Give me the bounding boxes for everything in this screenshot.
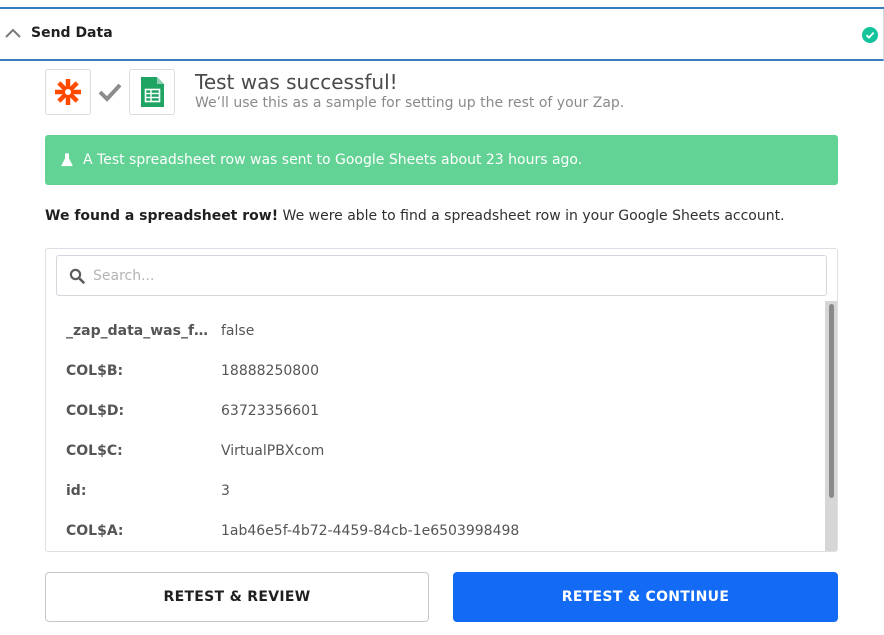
search-input[interactable] bbox=[93, 264, 813, 288]
zapier-icon bbox=[55, 79, 81, 105]
search-box[interactable] bbox=[56, 255, 827, 296]
found-message: We found a spreadsheet row! We were able… bbox=[45, 208, 785, 224]
retest-continue-button[interactable]: RETEST & CONTINUE bbox=[453, 572, 838, 622]
google-sheets-app-tile bbox=[129, 69, 175, 115]
zapier-app-tile bbox=[45, 69, 91, 115]
field-row: _zap_data_was_found false bbox=[46, 304, 825, 344]
test-sent-alert: A Test spreadsheet row was sent to Googl… bbox=[45, 135, 838, 185]
field-value: VirtualPBXcom bbox=[221, 443, 325, 459]
field-key: COL$B: bbox=[66, 363, 124, 379]
field-key: _zap_data_was_found bbox=[66, 323, 216, 339]
field-key: COL$C: bbox=[66, 443, 123, 459]
step-header[interactable]: Send Data bbox=[0, 9, 884, 61]
field-value: false bbox=[221, 323, 255, 339]
field-key: id: bbox=[66, 483, 87, 499]
found-message-rest: We were able to find a spreadsheet row i… bbox=[278, 208, 785, 224]
check-icon bbox=[98, 83, 122, 102]
field-row: COL$A: 1ab46e5f-4b72-4459-84cb-1e6503998… bbox=[46, 504, 825, 544]
field-row: COL$B: 18888250800 bbox=[46, 344, 825, 384]
field-list: _zap_data_was_found false COL$B: 1888825… bbox=[46, 304, 825, 544]
field-row: COL$C: VirtualPBXcom bbox=[46, 424, 825, 464]
alert-text: A Test spreadsheet row was sent to Googl… bbox=[83, 152, 583, 168]
test-result-subtitle: We’ll use this as a sample for setting u… bbox=[195, 95, 625, 111]
check-circle-icon bbox=[862, 27, 878, 43]
field-value: 3 bbox=[221, 483, 230, 499]
step-title: Send Data bbox=[31, 25, 113, 41]
field-key: COL$D: bbox=[66, 403, 125, 419]
chevron-up-icon[interactable] bbox=[5, 27, 21, 39]
scrollbar[interactable] bbox=[825, 301, 837, 551]
google-sheets-icon bbox=[141, 77, 164, 107]
field-value: 63723356601 bbox=[221, 403, 319, 419]
flask-icon bbox=[61, 153, 73, 167]
field-key: COL$A: bbox=[66, 523, 124, 539]
scrollbar-thumb[interactable] bbox=[829, 304, 834, 498]
field-value: 18888250800 bbox=[221, 363, 319, 379]
field-row: id: 3 bbox=[46, 464, 825, 504]
sample-data-panel: _zap_data_was_found false COL$B: 1888825… bbox=[45, 248, 838, 552]
found-message-bold: We found a spreadsheet row! bbox=[45, 208, 279, 224]
retest-review-button[interactable]: RETEST & REVIEW bbox=[45, 572, 429, 622]
field-row: COL$D: 63723356601 bbox=[46, 384, 825, 424]
field-value: 1ab46e5f-4b72-4459-84cb-1e6503998498 bbox=[221, 523, 520, 539]
search-icon bbox=[69, 268, 85, 284]
test-result-title: Test was successful! bbox=[195, 70, 398, 94]
